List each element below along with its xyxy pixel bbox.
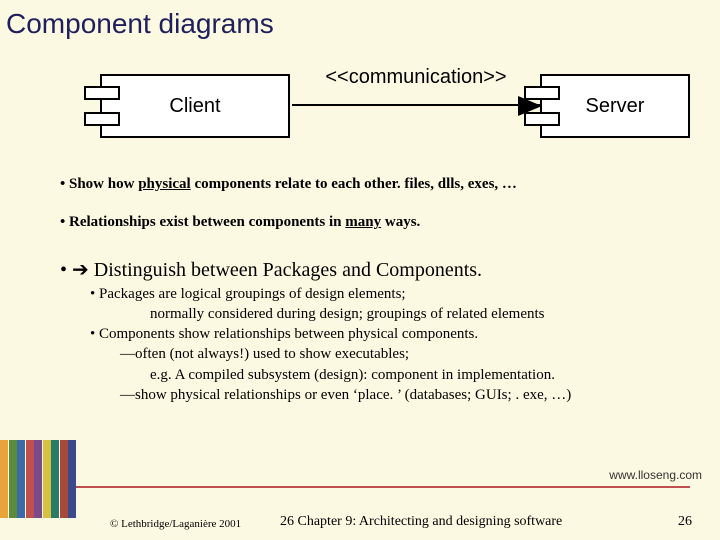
server-label: Server xyxy=(586,95,645,118)
page-number: 26 xyxy=(678,514,692,530)
text: • Relationships exist between components… xyxy=(60,214,345,230)
body-text: • Show how physical components relate to… xyxy=(60,170,680,405)
text: • Show how xyxy=(60,176,138,192)
text: ways. xyxy=(381,214,420,230)
server-component: Server xyxy=(540,74,690,138)
client-port-icon xyxy=(84,112,120,126)
sub-bullet-line: normally considered during design; group… xyxy=(150,304,680,324)
bullet-1: • Show how physical components relate to… xyxy=(60,174,680,194)
client-component: Client xyxy=(100,74,290,138)
text: components relate to each other. files, … xyxy=(191,176,517,192)
slide: Component diagrams Client <<communicatio… xyxy=(0,0,720,540)
source-url: www.lloseng.com xyxy=(609,468,702,482)
page-title: Component diagrams xyxy=(6,8,274,40)
text: Distinguish between Packages and Compone… xyxy=(89,259,482,281)
text-underline: many xyxy=(345,214,381,230)
bullet-3: • ➔ Distinguish between Packages and Com… xyxy=(60,257,680,284)
component-diagram: Client <<communication>> Server xyxy=(60,60,690,150)
server-port-icon xyxy=(524,86,560,100)
chapter-text: 26 Chapter 9: Architecting and designing… xyxy=(280,514,562,530)
sub-bullet: • Packages are logical groupings of desi… xyxy=(90,284,680,304)
copyright-text: © Lethbridge/Laganière 2001 xyxy=(110,518,241,530)
footer: © Lethbridge/Laganière 2001 26 Chapter 9… xyxy=(0,500,720,540)
connector-stereotype: <<communication>> xyxy=(292,66,540,89)
arrow-right-icon: ➔ xyxy=(72,259,89,281)
sub-bullet-line: e.g. A compiled subsystem (design): comp… xyxy=(150,365,680,385)
client-port-icon xyxy=(84,86,120,100)
sub-bullet-line: —show physical relationships or even ‘pl… xyxy=(120,385,680,405)
client-label: Client xyxy=(169,95,220,118)
sub-bullet-line: —often (not always!) used to show execut… xyxy=(120,344,680,364)
connector-line-icon xyxy=(292,104,540,106)
server-port-icon xyxy=(524,112,560,126)
text-underline: physical xyxy=(138,176,191,192)
text: • xyxy=(60,259,72,281)
sub-bullet: • Components show relationships between … xyxy=(90,324,680,344)
bullet-2: • Relationships exist between components… xyxy=(60,212,680,232)
divider xyxy=(60,486,690,488)
